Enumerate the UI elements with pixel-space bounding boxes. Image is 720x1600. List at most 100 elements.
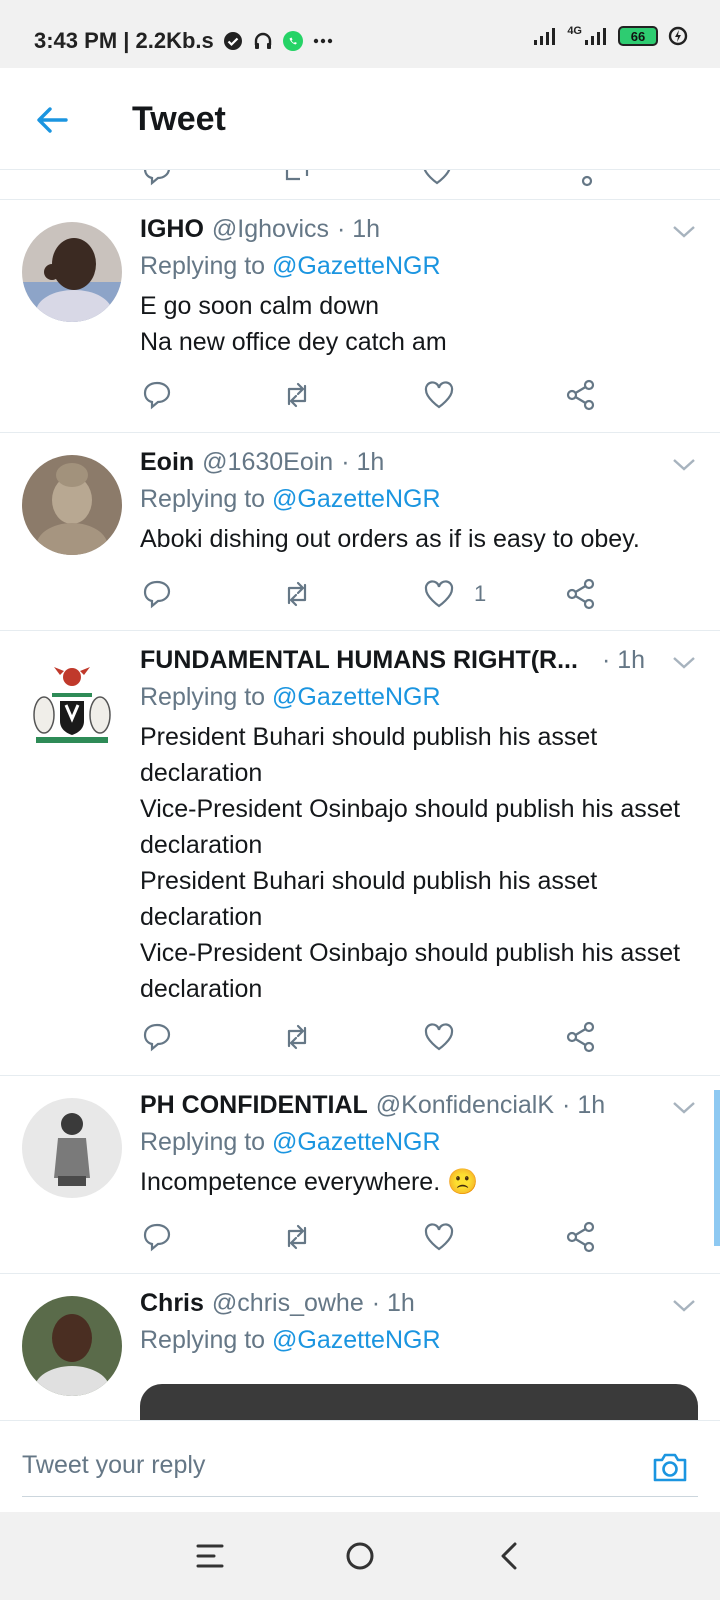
- tweet-actions: [140, 1017, 610, 1057]
- page-title: Tweet: [132, 100, 226, 138]
- system-nav-bar: [0, 1512, 720, 1600]
- tweet-text: Aboki dishing out orders as if is easy t…: [140, 525, 640, 553]
- reply-button[interactable]: [140, 574, 174, 614]
- share-button[interactable]: [564, 1217, 598, 1257]
- retweet-button[interactable]: [280, 1017, 314, 1057]
- reply-button[interactable]: [140, 1217, 174, 1257]
- replying-prefix: Replying to: [140, 485, 266, 513]
- chevron-down-icon[interactable]: [670, 451, 698, 479]
- reply-tweet[interactable]: IGHO @Ighovics · 1h Replying to @Gazette…: [0, 200, 720, 433]
- timestamp: · 1h: [341, 447, 385, 476]
- reply-list[interactable]: IGHO @Ighovics · 1h Replying to @Gazette…: [0, 170, 720, 1420]
- tweet-text: President Buhari should publish his asse…: [140, 723, 681, 1003]
- display-name[interactable]: Chris: [140, 1289, 204, 1318]
- heart-icon: [424, 381, 454, 409]
- reply-tweet[interactable]: FUNDAMENTAL HUMANS RIGHT(R... · 1h Reply…: [0, 631, 720, 1076]
- tweet-header: IGHO @Ighovics · 1h: [140, 212, 700, 246]
- heart-icon: [424, 1023, 454, 1051]
- reply-tweet[interactable]: Chris @chris_owhe · 1h Replying to @Gaze…: [0, 1274, 720, 1420]
- reply-icon[interactable]: [140, 170, 174, 188]
- retweet-button[interactable]: [280, 375, 314, 415]
- avatar[interactable]: [22, 653, 122, 753]
- share-icon: [566, 1021, 595, 1053]
- mention-link[interactable]: @GazetteNGR: [272, 485, 440, 513]
- share-button[interactable]: [564, 1017, 598, 1057]
- retweet-button[interactable]: [280, 1217, 314, 1257]
- chevron-down-icon[interactable]: [670, 218, 698, 246]
- share-button[interactable]: [564, 375, 598, 415]
- display-name[interactable]: FUNDAMENTAL HUMANS RIGHT(R...: [140, 646, 578, 675]
- avatar[interactable]: [22, 222, 122, 322]
- avatar[interactable]: [22, 1296, 122, 1396]
- chevron-down-icon[interactable]: [670, 1094, 698, 1122]
- tweet-header: PH CONFIDENTIAL @KonfidencialK · 1h: [140, 1088, 700, 1122]
- replying-to: Replying to @GazetteNGR: [140, 252, 441, 281]
- reply-button[interactable]: [140, 1017, 174, 1057]
- network-label: 4G: [567, 25, 582, 37]
- tweet-header: Eoin @1630Eoin · 1h: [140, 445, 700, 479]
- like-button[interactable]: 1: [422, 574, 486, 614]
- user-handle: @chris_owhe: [211, 1288, 364, 1317]
- chevron-down-icon[interactable]: [670, 1292, 698, 1320]
- reply-icon: [143, 1023, 171, 1052]
- reply-button[interactable]: [140, 375, 174, 415]
- status-time-info: 3:43 PM | 2.2Kb.s: [34, 28, 214, 53]
- back-nav-icon[interactable]: [490, 1536, 530, 1576]
- home-circle-icon[interactable]: [340, 1536, 380, 1576]
- camera-icon[interactable]: [650, 1447, 690, 1487]
- replying-prefix: Replying to: [140, 252, 266, 280]
- timestamp: · 1h: [601, 645, 646, 674]
- more-dots-icon: [313, 38, 332, 44]
- share-icon: [566, 1221, 595, 1253]
- status-bar: 3:43 PM | 2.2Kb.s 4G 66: [0, 0, 720, 68]
- signal-icon: [534, 28, 556, 45]
- reply-tweet[interactable]: PH CONFIDENTIAL @KonfidencialK · 1h Repl…: [0, 1076, 720, 1274]
- tweet-text: Incompetence everywhere. 🙁: [140, 1168, 479, 1196]
- whatsapp-icon: [282, 31, 303, 51]
- share-icon[interactable]: [562, 170, 596, 188]
- like-button[interactable]: [422, 375, 474, 415]
- replying-prefix: Replying to: [140, 1128, 266, 1156]
- chevron-down-icon[interactable]: [670, 649, 698, 677]
- like-button[interactable]: [422, 1217, 474, 1257]
- retweet-icon: [287, 1224, 307, 1250]
- heart-icon[interactable]: [420, 170, 454, 188]
- display-name[interactable]: IGHO: [140, 215, 204, 244]
- reply-tweet[interactable]: Eoin @1630Eoin · 1h Replying to @Gazette…: [0, 433, 720, 631]
- avatar[interactable]: [22, 1098, 122, 1198]
- like-button[interactable]: [422, 1017, 474, 1057]
- heart-icon: [424, 580, 454, 608]
- reply-icon: [143, 1223, 171, 1252]
- tweet-header: Chris @chris_owhe · 1h: [140, 1286, 700, 1320]
- mention-link[interactable]: @GazetteNGR: [272, 1326, 440, 1354]
- back-arrow-icon[interactable]: [30, 98, 74, 142]
- menu-icon[interactable]: [190, 1536, 230, 1576]
- timestamp: · 1h: [337, 214, 381, 243]
- retweet-icon[interactable]: [280, 170, 314, 188]
- app-header: Tweet: [0, 68, 720, 170]
- share-icon: [566, 578, 595, 610]
- display-name[interactable]: PH CONFIDENTIAL: [140, 1091, 368, 1120]
- user-handle: @Ighovics: [211, 214, 329, 243]
- display-name[interactable]: Eoin: [140, 448, 194, 477]
- reply-icon: [143, 381, 171, 410]
- mention-link[interactable]: @GazetteNGR: [272, 683, 440, 711]
- scrollbar[interactable]: [714, 1090, 720, 1246]
- media-preview[interactable]: [140, 1384, 698, 1420]
- tweet-actions: [140, 1217, 610, 1257]
- replying-to: Replying to @GazetteNGR: [140, 1128, 441, 1157]
- user-handle: @KonfidencialK: [375, 1090, 555, 1119]
- status-right: 4G 66: [533, 25, 688, 46]
- reply-input[interactable]: Tweet your reply: [22, 1435, 698, 1497]
- battery-icon: 66: [618, 26, 658, 46]
- share-icon: [566, 379, 595, 411]
- replying-prefix: Replying to: [140, 1326, 266, 1354]
- replying-to: Replying to @GazetteNGR: [140, 1326, 441, 1355]
- tweet-actions: 1: [140, 574, 610, 614]
- retweet-button[interactable]: [280, 574, 314, 614]
- mention-link[interactable]: @GazetteNGR: [272, 1128, 440, 1156]
- avatar[interactable]: [22, 455, 122, 555]
- share-button[interactable]: [564, 574, 598, 614]
- replying-to: Replying to @GazetteNGR: [140, 485, 441, 514]
- mention-link[interactable]: @GazetteNGR: [272, 252, 440, 280]
